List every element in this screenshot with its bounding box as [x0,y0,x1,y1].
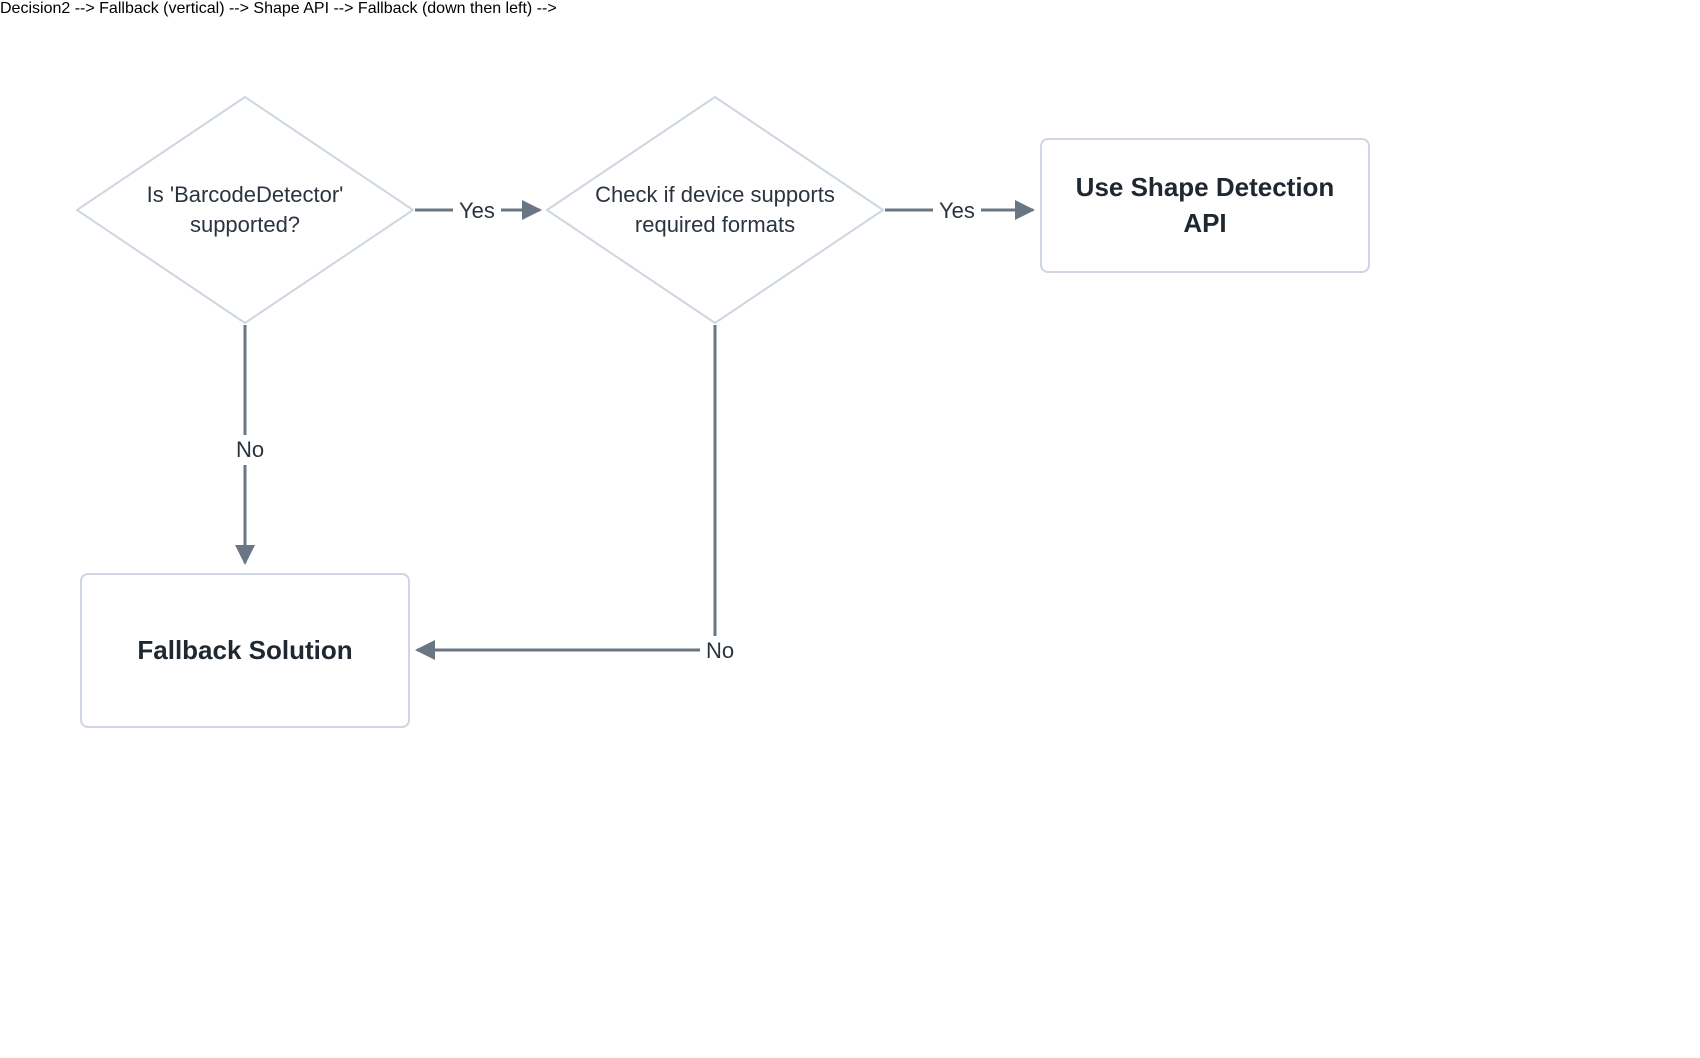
decision-device-formats: Check if device supports required format… [545,95,885,325]
flowchart-canvas: Is 'BarcodeDetector' supported? Check if… [0,0,1700,1058]
edge-label-d2-no: No [700,636,740,666]
decision1-line2: supported? [147,210,344,240]
shapeapi-line1: Use Shape Detection [1076,170,1335,205]
edge-label-d1-no: No [230,435,270,465]
decision1-line1: Is 'BarcodeDetector' [147,180,344,210]
fallback-label: Fallback Solution [137,635,352,665]
edge-label-d1-yes: Yes [453,196,501,226]
decision2-line2: required formats [595,210,835,240]
edge-d2-no [405,325,725,665]
outcome-shape-detection-api: Use Shape Detection API [1040,138,1370,273]
shapeapi-line2: API [1076,206,1335,241]
decision-barcodedetector-supported: Is 'BarcodeDetector' supported? [75,95,415,325]
decision2-line1: Check if device supports [595,180,835,210]
outcome-fallback-solution: Fallback Solution [80,573,410,728]
edge-label-d2-yes: Yes [933,196,981,226]
